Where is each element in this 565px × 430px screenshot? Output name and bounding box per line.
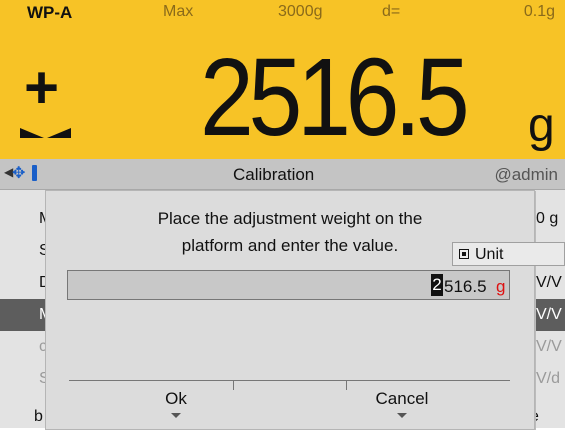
unit-icon xyxy=(459,249,469,259)
list-item-value: V/V xyxy=(536,306,562,323)
input-unit: g xyxy=(496,277,506,296)
input-value: 516.5 xyxy=(444,277,487,296)
calibration-dialog: Place the adjustment weight on the platf… xyxy=(45,190,535,430)
weight-reading: 2516.5 xyxy=(200,36,470,159)
stability-right-icon xyxy=(47,128,71,138)
unit-button[interactable]: Unit xyxy=(452,242,565,266)
d-label: d= xyxy=(382,3,401,20)
bottom-left-label: b xyxy=(34,408,43,425)
cancel-button[interactable]: Cancel xyxy=(347,389,457,409)
dialog-message-line1: Place the adjustment weight on the xyxy=(157,209,423,228)
list-item-value: V/V xyxy=(536,338,562,355)
ok-arrow-icon xyxy=(171,413,181,418)
max-label: Max xyxy=(163,3,194,20)
weight-display: WP-A Max 3000g d= 0.1g + 2516.5 g xyxy=(0,0,565,159)
input-cursor: 2 xyxy=(431,274,443,296)
weight-input[interactable]: 2 516.5 g xyxy=(67,270,510,300)
ok-button[interactable]: Ok xyxy=(121,389,231,409)
softkey-separator xyxy=(233,380,234,390)
scale-info-bar: WP-A Max 3000g d= 0.1g xyxy=(0,0,565,22)
page-title: Calibration xyxy=(233,165,315,184)
title-bar: ◀ ✥ Calibration @admin xyxy=(0,159,565,190)
capacity-value: 3000g xyxy=(278,3,323,20)
list-item-value: V/d xyxy=(536,370,561,387)
softkey-divider xyxy=(69,380,510,381)
weight-unit: g xyxy=(528,99,555,152)
list-item-value: 0 g xyxy=(536,210,559,227)
scale-id: WP-A xyxy=(27,3,73,22)
d-value: 0.1g xyxy=(523,3,555,20)
usb-icon xyxy=(32,165,37,181)
stability-left-icon xyxy=(20,128,44,138)
move-arrows-icon: ✥ xyxy=(12,165,26,182)
unit-button-label: Unit xyxy=(475,246,504,263)
sign-indicator: + xyxy=(24,54,60,121)
list-item-value: V/V xyxy=(536,274,562,291)
cancel-arrow-icon xyxy=(397,413,407,418)
user-label: @admin xyxy=(494,165,558,184)
